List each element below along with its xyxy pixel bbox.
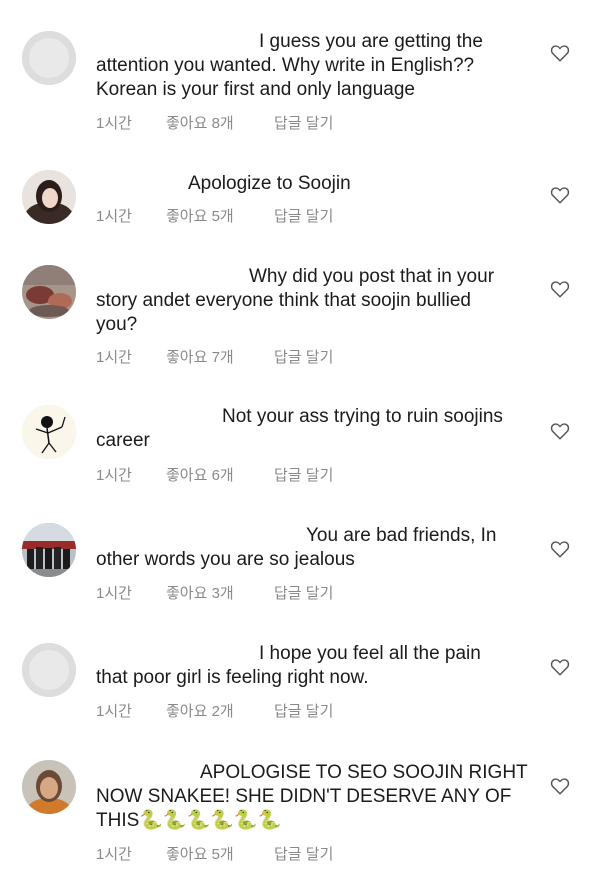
comment-meta: 1시간 좋아요 6개 답글 달기 <box>96 464 333 485</box>
heart-icon[interactable] <box>549 656 571 678</box>
stick-figure-avatar[interactable] <box>22 405 76 459</box>
heart-icon[interactable] <box>549 42 571 64</box>
comment-line: you? <box>96 314 138 335</box>
user-photo-avatar[interactable] <box>22 170 76 224</box>
timestamp: 1시간 <box>96 115 132 132</box>
reply-button[interactable]: 답글 달기 <box>274 700 333 721</box>
like-count[interactable]: 좋아요 5개 <box>166 205 274 226</box>
comment-line: that poor girl is feeling right now. <box>96 667 369 688</box>
like-count[interactable]: 좋아요 3개 <box>166 582 274 603</box>
heart-icon[interactable] <box>549 420 571 442</box>
comment-text: Apologize to Soojin <box>96 172 516 196</box>
comment-line: THIS🐍🐍🐍🐍🐍🐍 <box>96 810 282 831</box>
comment-line: APOLOGISE TO SEO SOOJIN RIGHT <box>200 762 528 783</box>
reply-button[interactable]: 답글 달기 <box>274 346 333 367</box>
comment-text: You are bad friends, In other words you … <box>96 524 516 572</box>
comment-meta: 1시간 좋아요 7개 답글 달기 <box>96 346 333 367</box>
comment-text: Not your ass trying to ruin soojins care… <box>96 405 516 453</box>
comment-meta: 1시간 좋아요 3개 답글 달기 <box>96 582 333 603</box>
like-count[interactable]: 좋아요 6개 <box>166 464 274 485</box>
reply-button[interactable]: 답글 달기 <box>274 582 333 603</box>
comment-line: You are bad friends, In <box>306 525 497 546</box>
heart-icon[interactable] <box>549 278 571 300</box>
comment-text: I guess you are getting the attention yo… <box>96 30 516 102</box>
heart-icon[interactable] <box>549 538 571 560</box>
comment-meta: 1시간 좋아요 8개 답글 달기 <box>96 112 333 133</box>
comment-line: attention you wanted. Why write in Engli… <box>96 55 475 76</box>
like-count[interactable]: 좋아요 7개 <box>166 346 274 367</box>
heart-icon[interactable] <box>549 184 571 206</box>
user-photo-avatar[interactable] <box>22 265 76 319</box>
default-avatar-icon[interactable] <box>22 31 76 85</box>
comment-line: I guess you are getting the <box>259 31 483 52</box>
comment-line: other words you are so jealous <box>96 549 355 570</box>
reply-button[interactable]: 답글 달기 <box>274 205 333 226</box>
comment-text: APOLOGISE TO SEO SOOJIN RIGHT NOW SNAKEE… <box>96 761 528 833</box>
comment-line: I hope you feel all the pain <box>259 643 481 664</box>
like-count[interactable]: 좋아요 2개 <box>166 700 274 721</box>
comment-meta: 1시간 좋아요 2개 답글 달기 <box>96 700 333 721</box>
heart-icon[interactable] <box>549 775 571 797</box>
group-photo-avatar[interactable] <box>22 523 76 577</box>
timestamp: 1시간 <box>96 208 132 225</box>
comment-text: I hope you feel all the pain that poor g… <box>96 642 516 690</box>
timestamp: 1시간 <box>96 467 132 484</box>
comment-line: career <box>96 430 150 451</box>
like-count[interactable]: 좋아요 5개 <box>166 843 274 864</box>
comment-line: Apologize to Soojin <box>188 173 351 194</box>
comment-line: story andet everyone think that soojin b… <box>96 290 471 311</box>
reply-button[interactable]: 답글 달기 <box>274 112 333 133</box>
timestamp: 1시간 <box>96 846 132 863</box>
timestamp: 1시간 <box>96 585 132 602</box>
timestamp: 1시간 <box>96 349 132 366</box>
reply-button[interactable]: 답글 달기 <box>274 464 333 485</box>
user-photo-avatar[interactable] <box>22 760 76 814</box>
comment-line: Korean is your first and only language <box>96 79 415 100</box>
comment-meta: 1시간 좋아요 5개 답글 달기 <box>96 205 333 226</box>
comment-meta: 1시간 좋아요 5개 답글 달기 <box>96 843 333 864</box>
comment-line: NOW SNAKEE! SHE DIDN'T DESERVE ANY OF <box>96 786 512 807</box>
comment-line: Not your ass trying to ruin soojins <box>222 406 503 427</box>
timestamp: 1시간 <box>96 703 132 720</box>
like-count[interactable]: 좋아요 8개 <box>166 112 274 133</box>
reply-button[interactable]: 답글 달기 <box>274 843 333 864</box>
comment-text: Why did you post that in your story ande… <box>96 265 516 337</box>
comment-line: Why did you post that in your <box>249 266 495 287</box>
default-avatar-icon[interactable] <box>22 643 76 697</box>
